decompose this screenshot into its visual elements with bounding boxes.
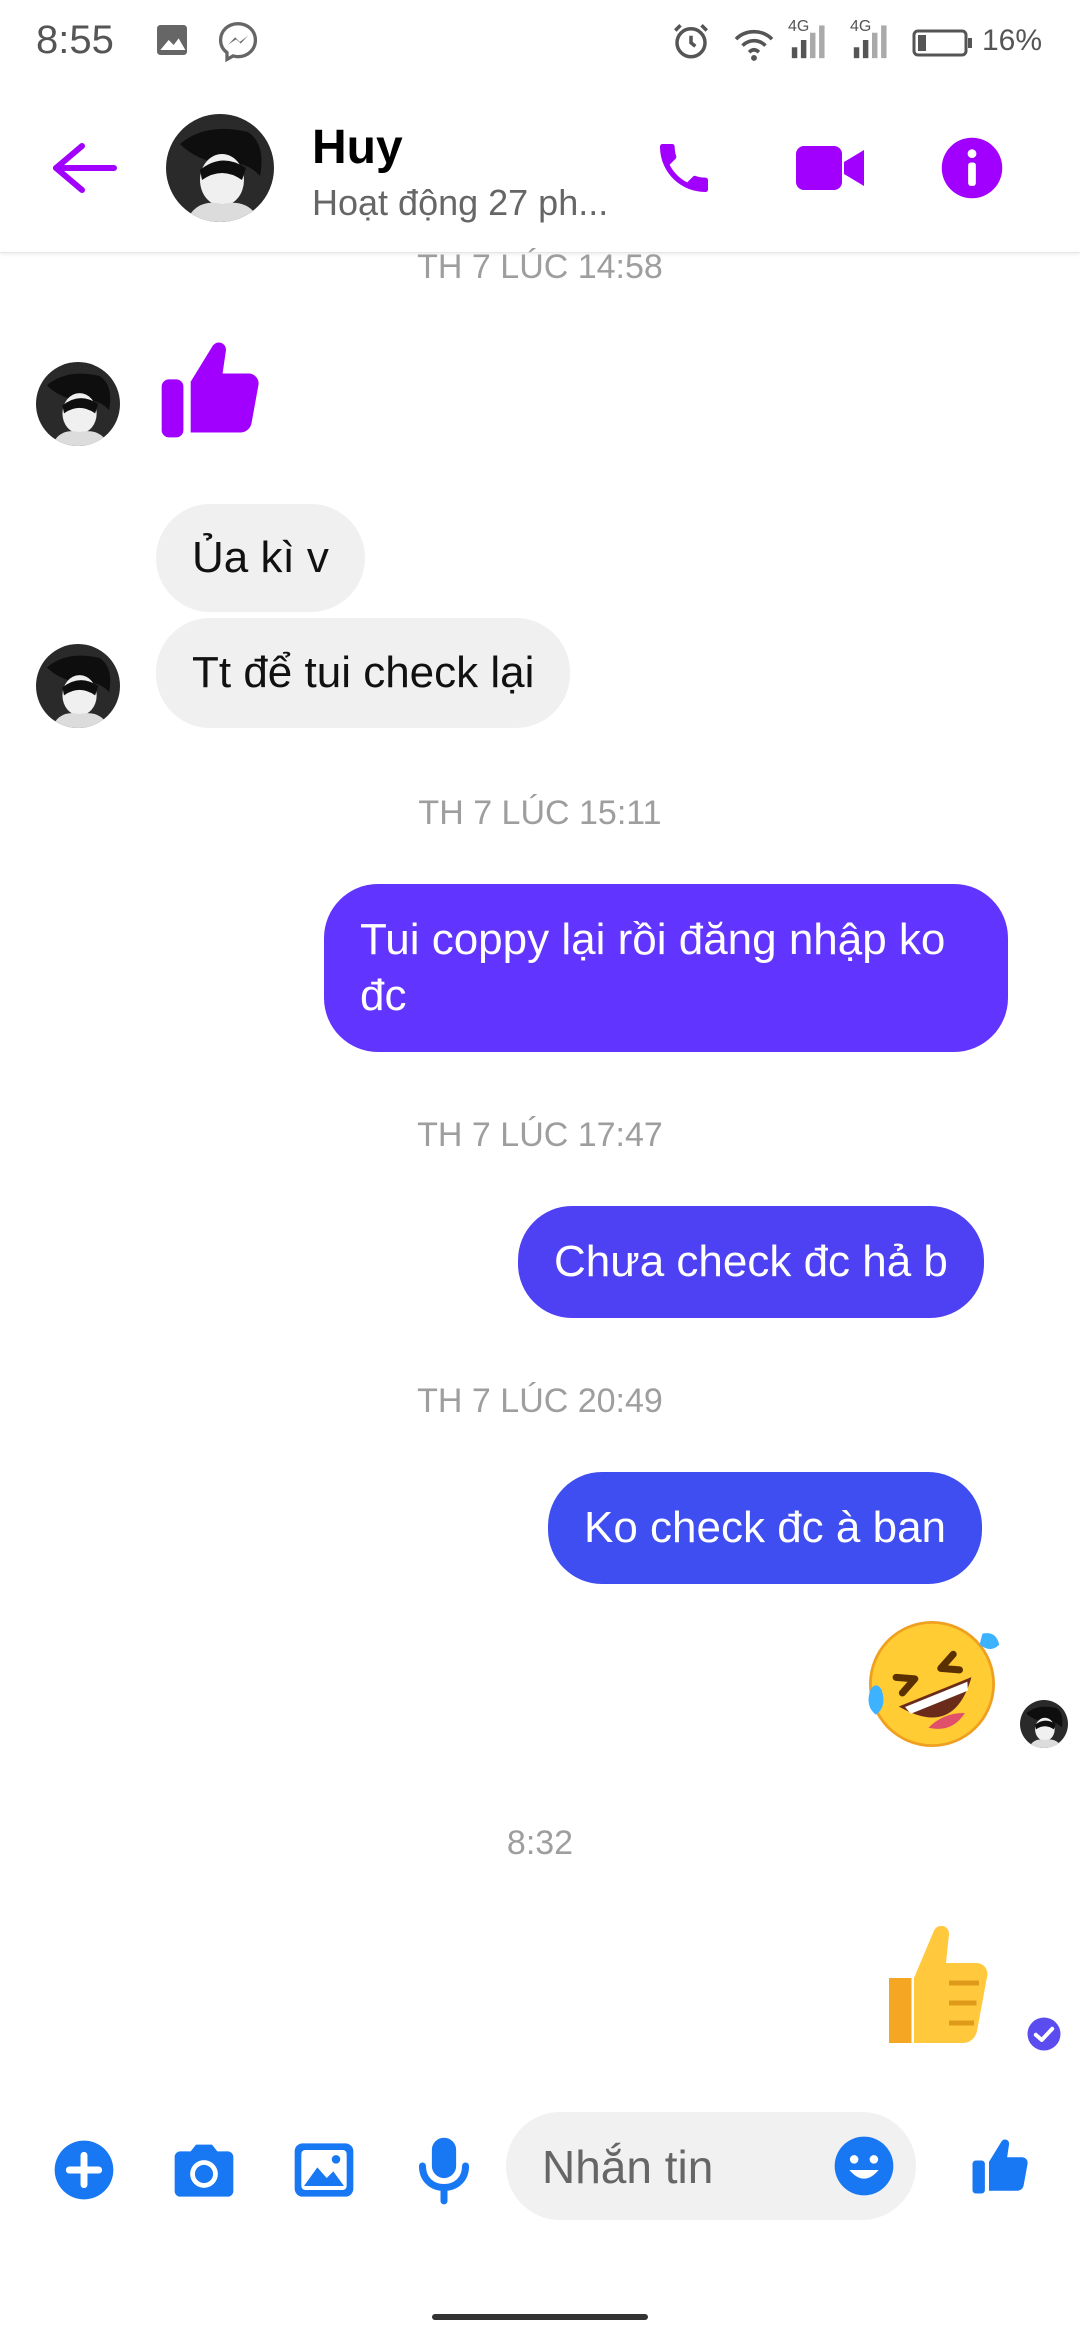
timestamp: TH 7 LÚC 17:47 bbox=[417, 1116, 663, 1154]
voice-call-button[interactable] bbox=[648, 132, 720, 204]
outgoing-message[interactable]: Tui coppy lại rồi đăng nhập ko đc bbox=[324, 884, 1008, 1052]
signal-icon-2 bbox=[853, 25, 887, 59]
more-actions-button[interactable] bbox=[44, 2130, 124, 2210]
image-icon bbox=[294, 2143, 354, 2197]
message-input-container bbox=[506, 2112, 916, 2222]
alarm-icon bbox=[674, 24, 708, 59]
emoji-icon[interactable] bbox=[832, 2134, 896, 2198]
status-time: 8:55 bbox=[36, 18, 114, 62]
rolling-laughing-emoji-icon[interactable] bbox=[862, 1614, 1002, 1754]
phone-icon bbox=[660, 144, 708, 192]
timestamp: 8:32 bbox=[506, 1824, 574, 1862]
timestamp: TH 7 LÚC 14:58 bbox=[417, 248, 663, 286]
camera-icon bbox=[174, 2144, 234, 2197]
contact-name[interactable]: Huy bbox=[312, 120, 403, 175]
timestamp: TH 7 LÚC 20:49 bbox=[417, 1382, 663, 1420]
home-indicator[interactable] bbox=[432, 2314, 648, 2320]
back-arrow-icon[interactable] bbox=[48, 138, 120, 198]
message-text: Tt để tui check lại bbox=[192, 648, 535, 697]
video-camera-icon bbox=[796, 146, 864, 190]
outgoing-message[interactable]: Chưa check đc hả b bbox=[518, 1206, 984, 1318]
gallery-button[interactable] bbox=[284, 2130, 364, 2210]
sent-checkmark-icon bbox=[1027, 2017, 1061, 2051]
message-text: Chưa check đc hả b bbox=[554, 1237, 948, 1286]
status-bar: 8:55 4G 4G 16% bbox=[0, 0, 1080, 84]
send-like-button[interactable] bbox=[960, 2126, 1040, 2206]
message-text: Ko check đc à ban bbox=[584, 1503, 947, 1552]
incoming-message[interactable]: Tt để tui check lại bbox=[156, 618, 571, 728]
signal-icon-1 bbox=[791, 25, 825, 59]
battery-percent: 16% bbox=[982, 24, 1043, 57]
messenger-notification-icon bbox=[218, 22, 258, 63]
contact-active-status: Hoạt động 27 ph... bbox=[312, 182, 609, 223]
gallery-notification-icon bbox=[157, 25, 187, 55]
info-icon bbox=[941, 137, 1003, 199]
like-sticker-icon[interactable] bbox=[152, 330, 268, 448]
timestamp: TH 7 LÚC 15:11 bbox=[418, 794, 662, 832]
microphone-icon bbox=[418, 2137, 470, 2205]
message-text: Ủa kì v bbox=[192, 533, 329, 582]
plus-icon bbox=[54, 2140, 114, 2200]
sender-avatar[interactable] bbox=[36, 644, 120, 728]
conversation-info-button[interactable] bbox=[936, 132, 1008, 204]
message-composer bbox=[0, 2100, 1080, 2270]
voice-message-button[interactable] bbox=[404, 2130, 484, 2210]
message-input[interactable] bbox=[540, 2112, 824, 2222]
wifi-icon bbox=[734, 29, 774, 61]
battery-icon bbox=[912, 29, 972, 57]
camera-button[interactable] bbox=[164, 2130, 244, 2210]
sender-avatar[interactable] bbox=[36, 362, 120, 446]
contact-avatar[interactable] bbox=[166, 114, 274, 222]
message-text: Tui coppy lại rồi đăng nhập ko đc bbox=[360, 915, 946, 1020]
seen-avatar bbox=[1020, 1700, 1068, 1748]
incoming-message[interactable]: Ủa kì v bbox=[156, 504, 365, 612]
video-call-button[interactable] bbox=[794, 132, 866, 204]
conversation-header: Huy Hoạt động 27 ph... bbox=[0, 84, 1080, 253]
like-icon bbox=[972, 2139, 1028, 2194]
thumbs-up-emoji-icon[interactable] bbox=[874, 1912, 994, 2054]
outgoing-message[interactable]: Ko check đc à ban bbox=[548, 1472, 983, 1584]
